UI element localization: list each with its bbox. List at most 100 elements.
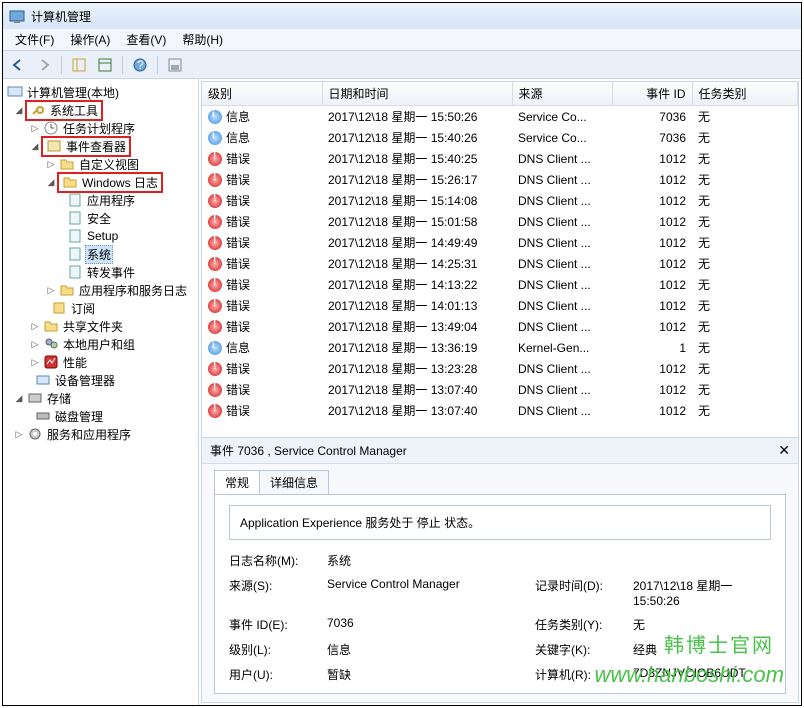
tree-services[interactable]: ▷服务和应用程序 — [5, 425, 196, 443]
val-eventid: 7036 — [327, 616, 527, 633]
menu-help[interactable]: 帮助(H) — [174, 29, 231, 50]
log-icon — [67, 228, 83, 244]
expand-icon[interactable]: ▷ — [29, 321, 41, 332]
detail-header[interactable]: 事件 7036 , Service Control Manager ✕ — [202, 438, 798, 464]
error-icon — [208, 362, 222, 376]
detail-properties: 日志名称(M): 系统 来源(S): Service Control Manag… — [229, 552, 771, 683]
expand-icon[interactable]: ▷ — [29, 339, 41, 350]
expand-icon[interactable]: ▷ — [29, 123, 41, 134]
main-window: 计算机管理 文件(F) 操作(A) 查看(V) 帮助(H) ? 计算机管理(本地… — [2, 2, 802, 706]
storage-icon — [27, 390, 43, 406]
expand-icon[interactable]: ▷ — [45, 159, 57, 170]
val-source: Service Control Manager — [327, 577, 527, 608]
table-row[interactable]: 错误2017\12\18 星期一 15:14:08DNS Client ...1… — [202, 190, 798, 211]
collapse-icon[interactable]: ◢ — [13, 393, 25, 404]
tree-root[interactable]: 计算机管理(本地) — [5, 83, 196, 101]
table-row[interactable]: 错误2017\12\18 星期一 14:01:13DNS Client ...1… — [202, 295, 798, 316]
svg-text:?: ? — [137, 58, 144, 72]
tree-tasksched[interactable]: ▷任务计划程序 — [5, 119, 196, 137]
tree-log-setup[interactable]: Setup — [5, 227, 196, 245]
table-row[interactable]: 错误2017\12\18 星期一 15:01:58DNS Client ...1… — [202, 211, 798, 232]
menu-view[interactable]: 查看(V) — [118, 29, 174, 50]
tree-localusers[interactable]: ▷本地用户和组 — [5, 335, 196, 353]
tree-customviews[interactable]: ▷自定义视图 — [5, 155, 196, 173]
toolbar-sep3 — [157, 56, 158, 74]
val-computer: 7D3ZNJVCIOB6UDT — [633, 666, 771, 683]
close-icon[interactable]: ✕ — [778, 442, 790, 459]
tree-winlogs[interactable]: ◢ Windows 日志 — [5, 173, 196, 191]
table-row[interactable]: 错误2017\12\18 星期一 13:49:04DNS Client ...1… — [202, 316, 798, 337]
eventviewer-icon — [46, 138, 62, 154]
expand-icon[interactable]: ▷ — [13, 429, 25, 440]
tree-perf[interactable]: ▷性能 — [5, 353, 196, 371]
preview-button[interactable] — [164, 54, 186, 76]
log-icon — [67, 246, 83, 262]
val-logname: 系统 — [327, 552, 771, 569]
tree-storage[interactable]: ◢存储 — [5, 389, 196, 407]
table-row[interactable]: 信息2017\12\18 星期一 15:50:26Service Co...70… — [202, 106, 798, 128]
event-grid[interactable]: 级别 日期和时间 来源 事件 ID 任务类别 信息2017\12\18 星期一 … — [202, 82, 798, 437]
collapse-icon[interactable]: ◢ — [45, 177, 57, 188]
app-icon — [9, 8, 25, 24]
folder-icon — [59, 282, 75, 298]
titlebar[interactable]: 计算机管理 — [3, 3, 801, 29]
table-row[interactable]: 信息2017\12\18 星期一 13:36:19Kernel-Gen...1无 — [202, 337, 798, 358]
tree-appsvclogs[interactable]: ▷应用程序和服务日志 — [5, 281, 196, 299]
tree-log-forwarded[interactable]: 转发事件 — [5, 263, 196, 281]
col-source[interactable]: 来源 — [512, 82, 612, 106]
col-datetime[interactable]: 日期和时间 — [322, 82, 512, 106]
tree-log-app[interactable]: 应用程序 — [5, 191, 196, 209]
error-icon — [208, 194, 222, 208]
collapse-icon[interactable]: ◢ — [29, 141, 41, 152]
expand-icon[interactable]: ▷ — [29, 357, 41, 368]
services-icon — [27, 426, 43, 442]
tree-devmgr[interactable]: 设备管理器 — [5, 371, 196, 389]
info-icon — [208, 341, 222, 355]
body: 计算机管理(本地) ◢ 系统工具 ▷任务计划程序 ◢ 事件查看器 ▷自定义视图 … — [3, 79, 801, 705]
tree-shared[interactable]: ▷共享文件夹 — [5, 317, 196, 335]
table-row[interactable]: 错误2017\12\18 星期一 13:23:28DNS Client ...1… — [202, 358, 798, 379]
tree-subscriptions[interactable]: 订阅 — [5, 299, 196, 317]
lbl-keywords: 关键字(K): — [535, 641, 625, 658]
lbl-source: 来源(S): — [229, 577, 319, 608]
tools-icon — [30, 102, 46, 118]
show-hide-tree-button[interactable] — [68, 54, 90, 76]
tree-eventviewer[interactable]: ◢ 事件查看器 — [5, 137, 196, 155]
properties-button[interactable] — [94, 54, 116, 76]
table-row[interactable]: 错误2017\12\18 星期一 14:25:31DNS Client ...1… — [202, 253, 798, 274]
col-eventid[interactable]: 事件 ID — [612, 82, 692, 106]
menu-file[interactable]: 文件(F) — [7, 29, 62, 50]
error-icon — [208, 299, 222, 313]
col-level[interactable]: 级别 — [202, 82, 322, 106]
log-icon — [67, 264, 83, 280]
nav-tree[interactable]: 计算机管理(本地) ◢ 系统工具 ▷任务计划程序 ◢ 事件查看器 ▷自定义视图 … — [3, 79, 199, 705]
menu-action[interactable]: 操作(A) — [62, 29, 118, 50]
table-row[interactable]: 错误2017\12\18 星期一 13:07:40DNS Client ...1… — [202, 379, 798, 400]
error-icon — [208, 383, 222, 397]
lbl-logged: 记录时间(D): — [535, 577, 625, 608]
val-keywords: 经典 — [633, 641, 771, 658]
table-row[interactable]: 错误2017\12\18 星期一 15:40:25DNS Client ...1… — [202, 148, 798, 169]
tree-log-system[interactable]: 系统 — [5, 245, 196, 263]
expand-icon[interactable]: ▷ — [45, 285, 57, 296]
table-row[interactable]: 信息2017\12\18 星期一 15:40:26Service Co...70… — [202, 127, 798, 148]
tree-systools[interactable]: ◢ 系统工具 — [5, 101, 196, 119]
device-icon — [35, 372, 51, 388]
help-button[interactable]: ? — [129, 54, 151, 76]
table-row[interactable]: 错误2017\12\18 星期一 13:07:40DNS Client ...1… — [202, 400, 798, 421]
tab-details[interactable]: 详细信息 — [259, 470, 329, 494]
collapse-icon[interactable]: ◢ — [13, 105, 25, 116]
event-detail-pane: 事件 7036 , Service Control Manager ✕ 常规 详… — [202, 437, 798, 702]
forward-button[interactable] — [33, 54, 55, 76]
tab-general[interactable]: 常规 — [214, 470, 260, 494]
table-row[interactable]: 错误2017\12\18 星期一 14:49:49DNS Client ...1… — [202, 232, 798, 253]
tree-diskmgmt[interactable]: 磁盘管理 — [5, 407, 196, 425]
table-row[interactable]: 错误2017\12\18 星期一 15:26:17DNS Client ...1… — [202, 169, 798, 190]
menubar: 文件(F) 操作(A) 查看(V) 帮助(H) — [3, 29, 801, 51]
tree-log-security[interactable]: 安全 — [5, 209, 196, 227]
table-row[interactable]: 错误2017\12\18 星期一 14:13:22DNS Client ...1… — [202, 274, 798, 295]
col-taskcat[interactable]: 任务类别 — [692, 82, 798, 106]
back-button[interactable] — [7, 54, 29, 76]
window-title: 计算机管理 — [31, 8, 91, 25]
val-logged: 2017\12\18 星期一 15:50:26 — [633, 577, 771, 608]
